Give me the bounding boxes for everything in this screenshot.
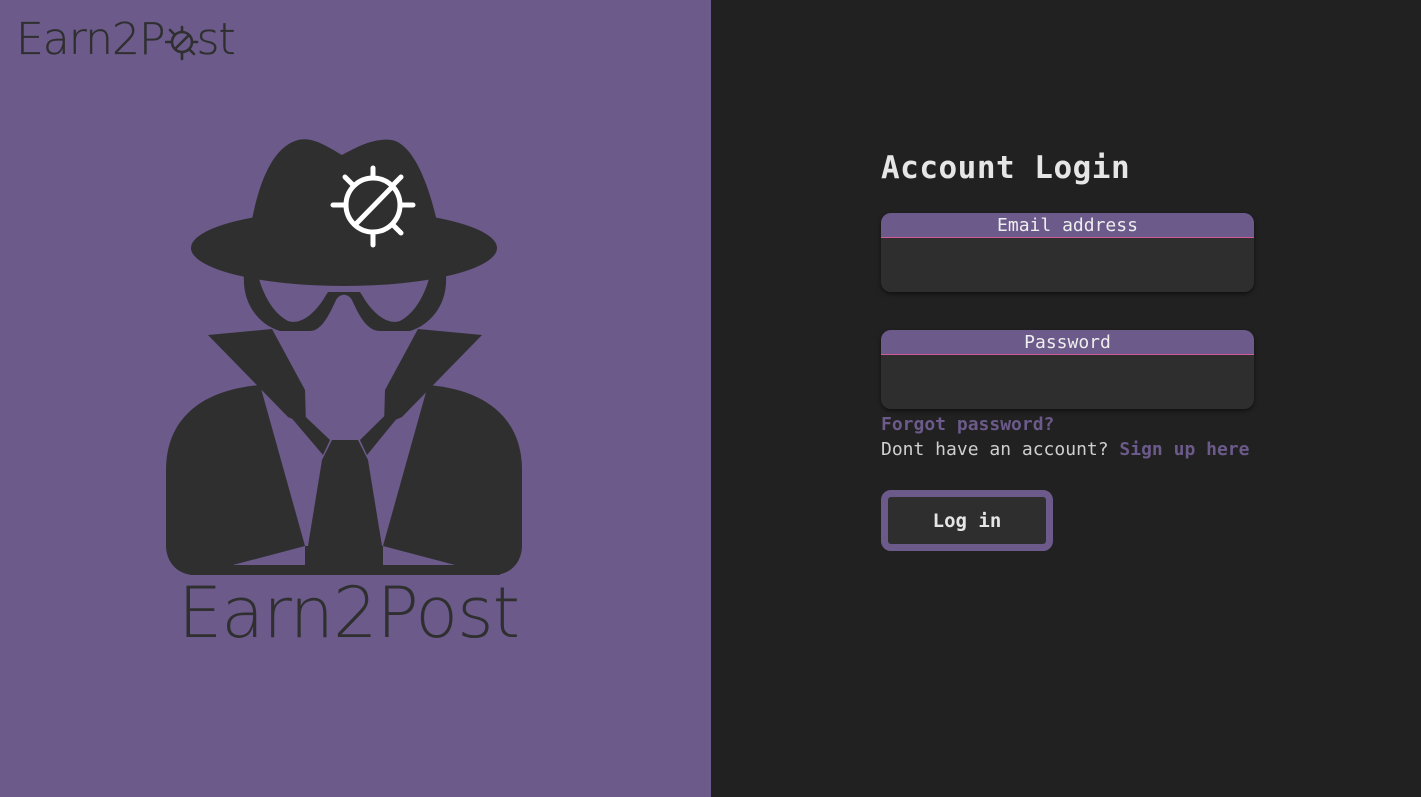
password-field: Password xyxy=(881,330,1254,409)
brand-title: Earn2Post xyxy=(178,572,520,654)
password-label: Password xyxy=(881,330,1254,355)
email-input[interactable] xyxy=(881,238,1254,292)
forgot-password-link[interactable]: Forgot password? xyxy=(881,414,1054,435)
signup-prompt: Dont have an account? Sign up here xyxy=(881,439,1249,460)
page-title: Account Login xyxy=(881,150,1131,186)
email-field: Email address xyxy=(881,213,1254,292)
header-logo-text-end: st xyxy=(196,14,235,65)
spy-icon xyxy=(160,135,540,584)
brand-panel: Earn2P st Earn2Post xyxy=(0,0,711,797)
login-form: Account Login Email address Password For… xyxy=(881,150,1261,551)
bug-icon xyxy=(164,25,198,61)
password-input[interactable] xyxy=(881,355,1254,409)
no-account-text: Dont have an account? xyxy=(881,439,1109,460)
header-logo-text: Earn2P xyxy=(16,14,166,65)
signup-link[interactable]: Sign up here xyxy=(1119,439,1249,460)
login-button[interactable]: Log in xyxy=(881,490,1053,551)
email-label: Email address xyxy=(881,213,1254,238)
header-logo[interactable]: Earn2P st xyxy=(16,17,236,62)
